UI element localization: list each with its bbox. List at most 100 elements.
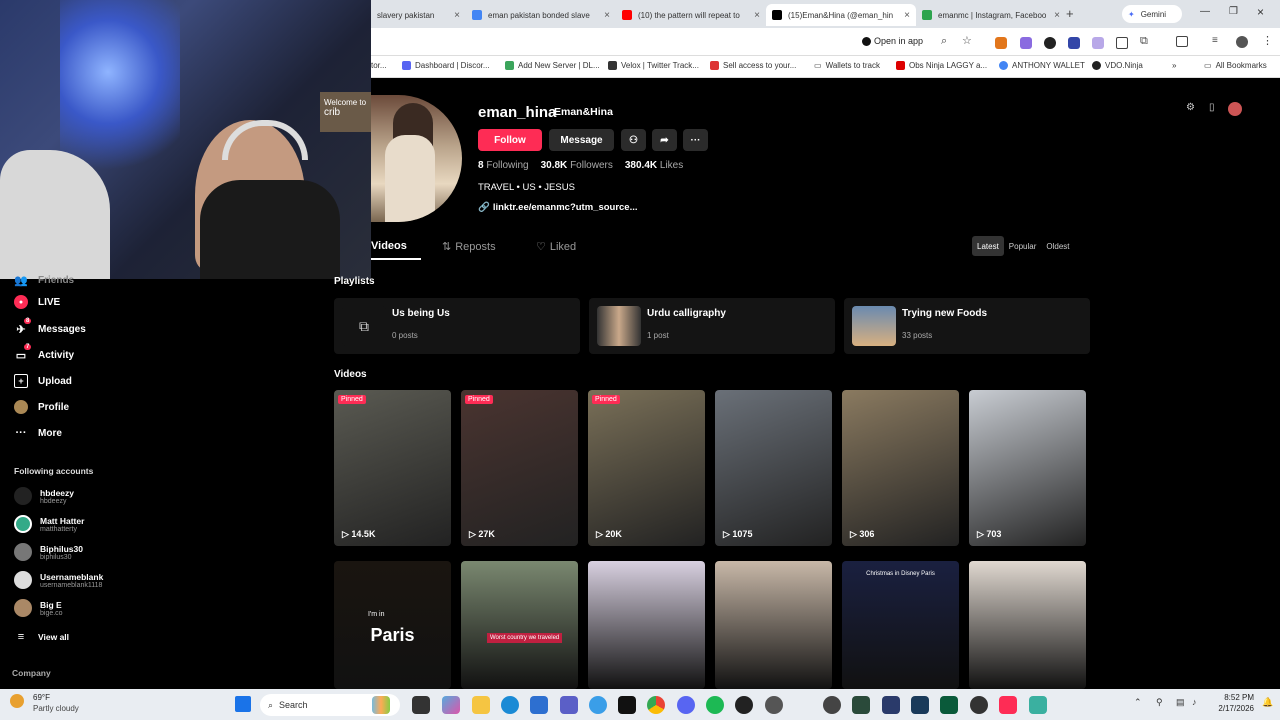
sidebar-item-activity[interactable]: ▭ 7 Activity [14,344,74,362]
close-icon[interactable]: × [754,10,760,21]
app-icon[interactable] [940,696,958,714]
video-card[interactable]: ▷ 703 [969,390,1086,546]
video-card[interactable] [715,561,832,689]
browser-tab[interactable]: emanmc | Instagram, Faceboo × [916,4,1066,26]
video-card[interactable] [969,561,1086,689]
view-all-button[interactable]: ≡ View all [14,630,69,644]
app-icon[interactable] [589,696,607,714]
app-icon[interactable] [1029,696,1047,714]
bookmark-item[interactable]: ANTHONY WALLET [999,61,1085,70]
sidebar-item-profile[interactable]: Profile [14,400,69,414]
followers-stat[interactable]: 30.8K Followers [541,160,613,171]
network-icon[interactable]: ▤ [1176,697,1185,708]
tab-liked[interactable]: ♡ Liked [536,240,576,254]
app-icon[interactable] [911,696,929,714]
bookmarks-overflow-icon[interactable]: » [1172,61,1176,70]
close-icon[interactable]: × [604,10,610,21]
new-tab-button[interactable]: + [1066,6,1074,21]
following-account[interactable]: Matt Hatter matthatterty [14,515,84,533]
follow-button[interactable]: Follow [478,129,542,151]
playlist-card[interactable]: Trying new Foods 33 posts [844,298,1090,354]
epic-games-icon[interactable] [618,696,636,714]
following-account[interactable]: Usernameblank usernameblank1118 [14,571,103,589]
sort-latest[interactable]: Latest [972,236,1004,256]
video-card[interactable]: Worst country we traveled [461,561,578,689]
company-link[interactable]: Company [12,668,51,678]
video-card[interactable]: ▷ 306 [842,390,959,546]
settings-icon[interactable]: ⚙ [1186,102,1195,118]
bookmark-folder[interactable]: ▭ Wallets to track [814,61,880,70]
minimize-button[interactable]: — [1200,6,1210,17]
bookmark-item[interactable]: Dashboard | Discor... [402,61,490,70]
following-account[interactable]: hbdeezy hbdeezy [14,487,74,505]
screenshot-icon[interactable] [1116,37,1128,49]
bookmark-item[interactable]: VDO.Ninja [1092,61,1143,70]
tiktok-app-icon[interactable] [999,696,1017,714]
spotify-icon[interactable] [706,696,724,714]
bookmark-item[interactable]: Sell access to your... [710,61,796,70]
extension-icon[interactable] [1092,37,1104,49]
browser-tab-active[interactable]: (15)Eman&Hina (@eman_hin × [766,4,916,26]
bookmark-item[interactable]: tor... [371,61,387,70]
maximize-button[interactable]: ❐ [1229,6,1238,17]
bookmark-item[interactable]: Velox | Twitter Track... [608,61,699,70]
menu-icon[interactable]: ⋮ [1262,34,1273,47]
video-card[interactable]: Pinned ▷ 27K [461,390,578,546]
browser-tab[interactable]: (10) the pattern will repeat to × [616,4,766,26]
tab-reposts[interactable]: ⇅ Reposts [442,240,496,254]
settings-app-icon[interactable] [765,696,783,714]
app-icon[interactable] [882,696,900,714]
close-icon[interactable]: × [454,10,460,21]
weather-text[interactable]: Partly cloudy [33,704,79,713]
weather-temp[interactable]: 69°F [33,693,50,702]
windows-start-icon[interactable] [235,696,251,712]
task-view-icon[interactable] [412,696,430,714]
video-card[interactable]: ▷ 1075 [715,390,832,546]
share-icon[interactable]: ➦ [652,129,677,151]
tray-expand-icon[interactable]: ⌃ [1134,697,1142,708]
edge-icon[interactable] [501,696,519,714]
sidebar-icon[interactable] [1176,36,1188,47]
suggested-accounts-icon[interactable]: ⚇ [621,129,646,151]
bookmark-item[interactable]: Obs Ninja LAGGY a... [896,61,987,70]
profile-link[interactable]: 🔗 linktr.ee/emanmc?utm_source... [478,202,638,213]
bookmark-item[interactable]: Add New Server | DL... [505,61,600,70]
sort-popular[interactable]: Popular [1004,236,1042,256]
video-card[interactable]: Christmas in Disney Paris [842,561,959,689]
chrome-icon[interactable] [647,696,665,714]
media-icon[interactable]: ≡ [1212,35,1218,46]
user-avatar-icon[interactable] [1228,102,1243,116]
close-window-button[interactable]: × [1257,5,1264,19]
bookmark-star-icon[interactable]: ☆ [962,34,972,47]
close-icon[interactable]: × [1054,10,1060,21]
sort-oldest[interactable]: Oldest [1041,236,1074,256]
extensions-puzzle-icon[interactable]: ⧉ [1140,35,1148,48]
browser-tab[interactable]: slavery pakistan × [371,4,466,26]
video-card[interactable]: Pinned ▷ 20K [588,390,705,546]
taskbar-app-icon[interactable] [372,696,390,714]
following-stat[interactable]: 8 Following [478,160,529,171]
all-bookmarks-button[interactable]: ▭ All Bookmarks [1204,61,1267,70]
video-card[interactable]: Pinned ▷ 14.5K [334,390,451,546]
message-button[interactable]: Message [549,129,614,151]
video-card[interactable] [588,561,705,689]
playlist-card[interactable]: Urdu calligraphy 1 post [589,298,835,354]
obs-icon[interactable] [735,696,753,714]
clock-date[interactable]: 2/17/2026 [1214,704,1254,713]
app-icon[interactable] [823,696,841,714]
more-options-icon[interactable]: ··· [683,129,708,151]
discord-icon[interactable] [677,696,695,714]
following-account[interactable]: Biphilus30 biphilus30 [14,543,83,561]
weather-icon[interactable] [10,694,24,708]
tray-icon[interactable]: ⚲ [1156,697,1163,708]
app-icon[interactable] [970,696,988,714]
profile-avatar-icon[interactable] [1236,36,1248,48]
sidebar-item-friends[interactable]: 👥 Friends [14,273,74,287]
clock-time[interactable]: 8:52 PM [1220,693,1254,702]
copilot-icon[interactable] [442,696,460,714]
gemini-button[interactable]: ✦ Gemini [1122,5,1182,23]
device-icon[interactable]: ▯ [1209,102,1215,118]
sidebar-item-more[interactable]: ··· More [14,426,62,440]
tab-videos[interactable]: Videos [371,240,407,252]
notifications-icon[interactable]: 🔔 [1262,697,1273,708]
